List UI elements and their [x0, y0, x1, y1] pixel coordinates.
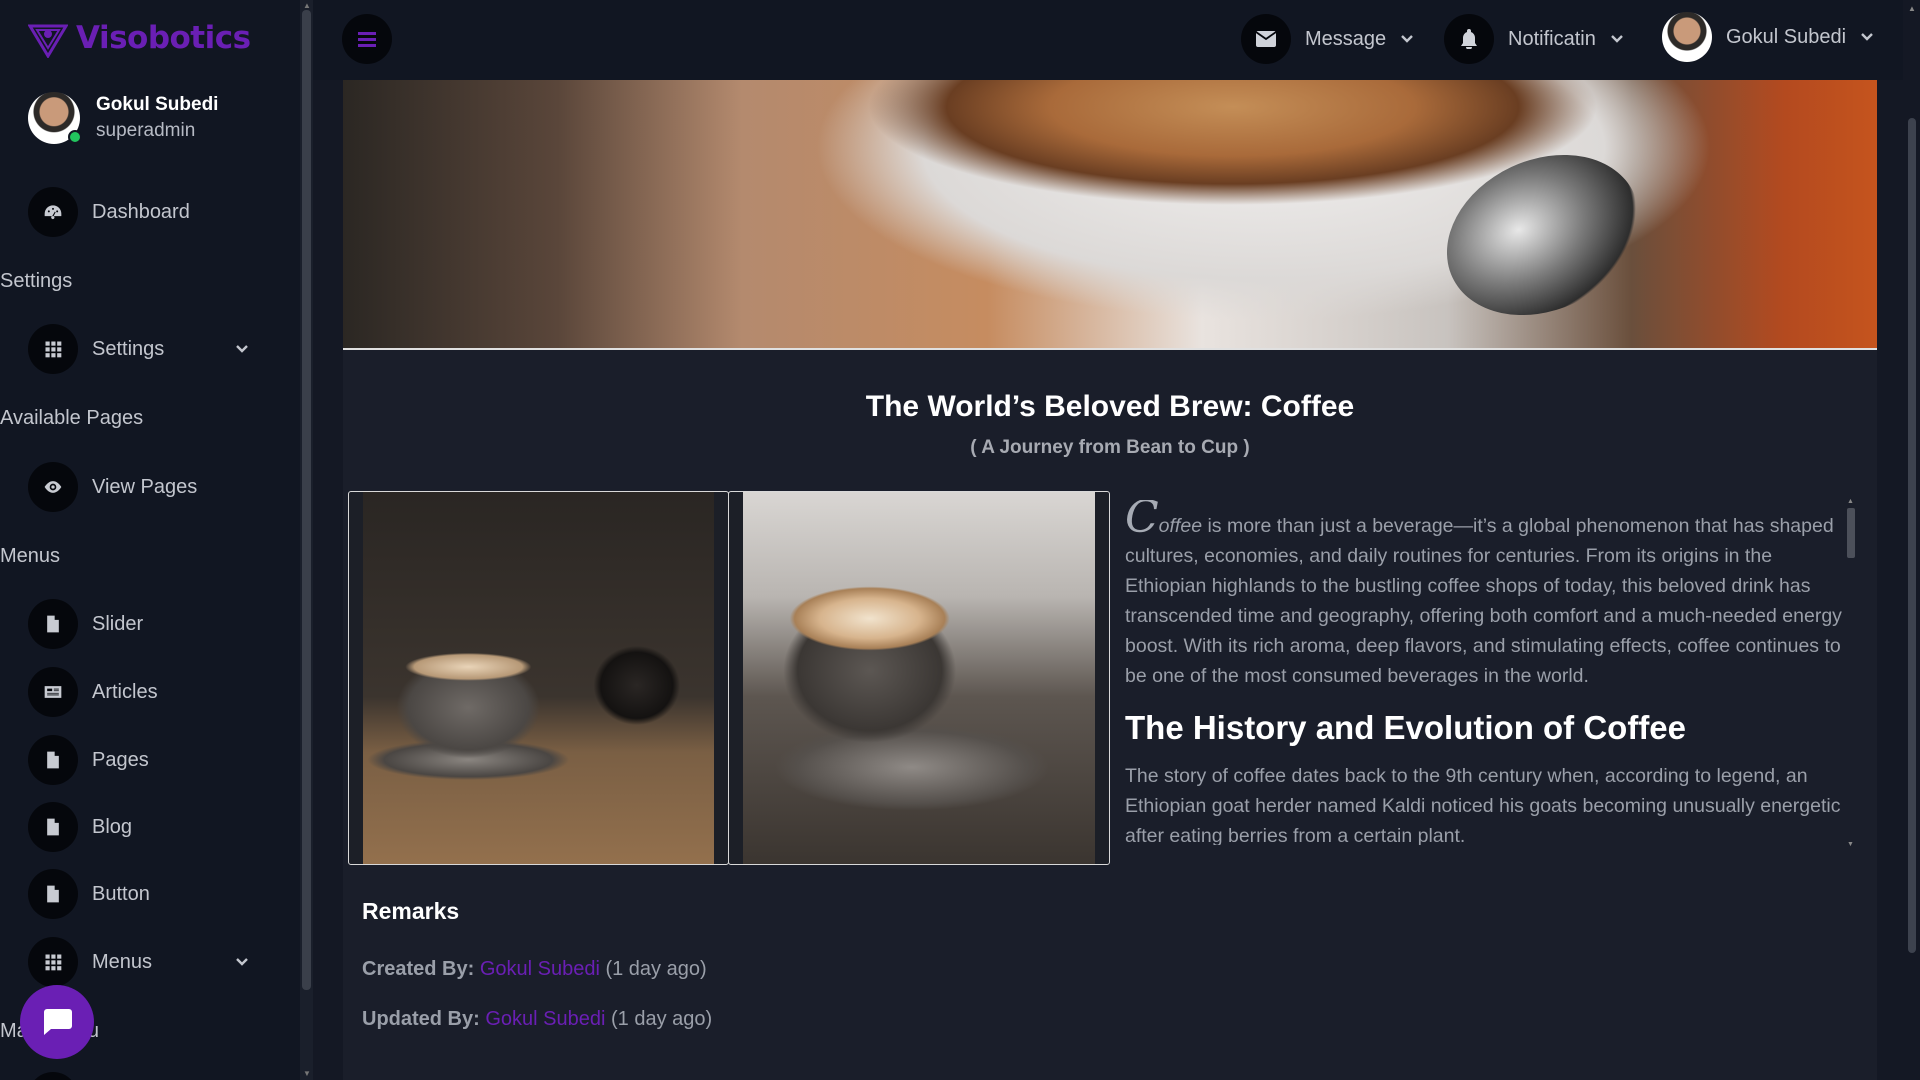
coffee-photo-2[interactable]: [728, 491, 1110, 865]
logo-icon: [28, 24, 68, 58]
sidebar-item-view-pages[interactable]: View Pages: [28, 462, 197, 512]
section-label-available-pages: Available Pages: [0, 407, 144, 429]
sidebar: Visobotics Gokul Subedi superadmin Dashb…: [0, 0, 313, 1080]
hero-image: [343, 80, 1877, 349]
sidebar-item-articles[interactable]: Articles: [28, 667, 158, 717]
remarks-heading: Remarks: [362, 898, 460, 924]
section-heading: The History and Evolution of Coffee: [1125, 709, 1687, 746]
menu-item-icon: [28, 1072, 78, 1080]
profile-role: superadmin: [96, 120, 196, 141]
hero-spoon-shape: [1420, 124, 1666, 346]
brand-name: Visobotics: [76, 20, 251, 56]
online-status-indicator: [68, 130, 82, 144]
coffee-image: [363, 492, 714, 864]
grid-icon: [28, 937, 78, 987]
scroll-up-arrow-icon[interactable]: ▲: [1908, 4, 1916, 13]
envelope-icon: [1241, 14, 1291, 64]
sidebar-item-label: Articles: [92, 680, 158, 703]
article-body[interactable]: Coffee is more than just a beverage—it’s…: [1125, 500, 1845, 845]
hero-divider: [343, 348, 1877, 350]
article-card: The World’s Beloved Brew: Coffee ( A Jou…: [343, 80, 1877, 1080]
section-label-settings: Settings: [0, 270, 73, 292]
scroll-down-arrow-icon[interactable]: ▼: [303, 1070, 311, 1078]
article-body-scrollbar[interactable]: ▲ ▼: [1846, 498, 1856, 848]
sidebar-item-partial[interactable]: [28, 1072, 78, 1080]
coffee-image: [743, 492, 1095, 864]
coffee-photo-1[interactable]: [348, 491, 729, 865]
created-by-user-link[interactable]: Gokul Subedi: [480, 958, 600, 980]
sidebar-item-label: Button: [92, 882, 150, 905]
chevron-down-icon: [1861, 33, 1873, 41]
sidebar-item-blog[interactable]: Blog: [28, 802, 132, 852]
sidebar-item-label: View Pages: [92, 475, 198, 498]
user-dropdown[interactable]: Gokul Subedi: [1662, 12, 1874, 62]
file-icon: [28, 735, 78, 785]
avatar: [1662, 12, 1712, 62]
sidebar-profile[interactable]: Gokul Subedi superadmin: [28, 92, 218, 144]
sidebar-item-menus[interactable]: Menus: [28, 937, 152, 987]
created-time: (1 day ago): [605, 958, 707, 980]
sidebar-item-label: Menus: [92, 950, 153, 973]
profile-name: Gokul Subedi: [96, 94, 219, 115]
sidebar-item-label: Slider: [92, 612, 144, 635]
sidebar-item-label: Settings: [92, 337, 165, 360]
created-by-line: Created By: Gokul Subedi (1 day ago): [362, 958, 707, 981]
section-label-menus: Menus: [0, 545, 61, 567]
scrollbar-thumb[interactable]: [1847, 508, 1855, 558]
scrollbar-thumb[interactable]: [302, 10, 311, 990]
hamburger-icon: [358, 32, 376, 47]
sidebar-item-label: Pages: [92, 748, 149, 771]
sidebar-item-label: Blog: [92, 815, 133, 838]
sidebar-item-dashboard[interactable]: Dashboard: [28, 187, 190, 237]
sidebar-item-button[interactable]: Button: [28, 869, 150, 919]
article-subtitle: ( A Journey from Bean to Cup ): [970, 437, 1250, 458]
brand[interactable]: Visobotics: [28, 18, 251, 58]
chevron-down-icon[interactable]: [235, 955, 249, 969]
sidebar-item-pages[interactable]: Pages: [28, 735, 149, 785]
user-name-label: Gokul Subedi: [1726, 25, 1847, 48]
lead-word: offee: [1158, 515, 1203, 537]
drop-cap: C: [1125, 500, 1159, 543]
sidebar-scrollbar[interactable]: ▲ ▼: [300, 0, 313, 1080]
file-icon: [28, 599, 78, 649]
file-icon: [28, 802, 78, 852]
created-by-label: Created By:: [362, 958, 475, 980]
bell-icon: [1444, 14, 1494, 64]
eye-icon: [28, 462, 78, 512]
topbar: Message Notificatin Gokul Subedi: [313, 0, 1920, 80]
updated-time: (1 day ago): [611, 1008, 713, 1030]
updated-by-user-link[interactable]: Gokul Subedi: [485, 1008, 605, 1030]
chevron-down-icon[interactable]: [235, 342, 249, 356]
scroll-up-arrow-icon[interactable]: ▲: [1847, 498, 1854, 505]
main-scrollbar[interactable]: ▲: [1903, 0, 1920, 1080]
sidebar-item-label: Dashboard: [92, 200, 190, 223]
scroll-up-arrow-icon[interactable]: ▲: [303, 2, 311, 10]
scroll-down-arrow-icon[interactable]: ▼: [1847, 841, 1854, 848]
scrollbar-thumb[interactable]: [1908, 118, 1916, 953]
grid-icon: [28, 324, 78, 374]
notification-label: Notificatin: [1508, 27, 1596, 50]
chat-icon: [44, 1009, 72, 1035]
file-icon: [28, 869, 78, 919]
article-intro: Coffee is more than just a beverage—it’s…: [1125, 500, 1845, 691]
sidebar-item-settings[interactable]: Settings: [28, 324, 164, 374]
dashboard-icon: [28, 187, 78, 237]
sidebar-item-slider[interactable]: Slider: [28, 599, 143, 649]
article-title: The World’s Beloved Brew: Coffee: [865, 390, 1355, 423]
chat-button[interactable]: [20, 985, 94, 1059]
newspaper-icon: [28, 667, 78, 717]
history-paragraph: The story of coffee dates back to the 9t…: [1125, 765, 1841, 845]
updated-by-line: Updated By: Gokul Subedi (1 day ago): [362, 1008, 712, 1031]
message-label: Message: [1305, 27, 1387, 50]
updated-by-label: Updated By:: [362, 1008, 480, 1030]
hamburger-menu-button[interactable]: [342, 14, 392, 64]
notification-dropdown[interactable]: Notificatin: [1444, 14, 1624, 64]
message-dropdown[interactable]: Message: [1241, 14, 1414, 64]
avatar: [28, 92, 82, 144]
intro-text: is more than just a beverage—it’s a glob…: [1125, 515, 1842, 687]
chevron-down-icon: [1610, 35, 1623, 43]
chevron-down-icon: [1401, 35, 1414, 43]
